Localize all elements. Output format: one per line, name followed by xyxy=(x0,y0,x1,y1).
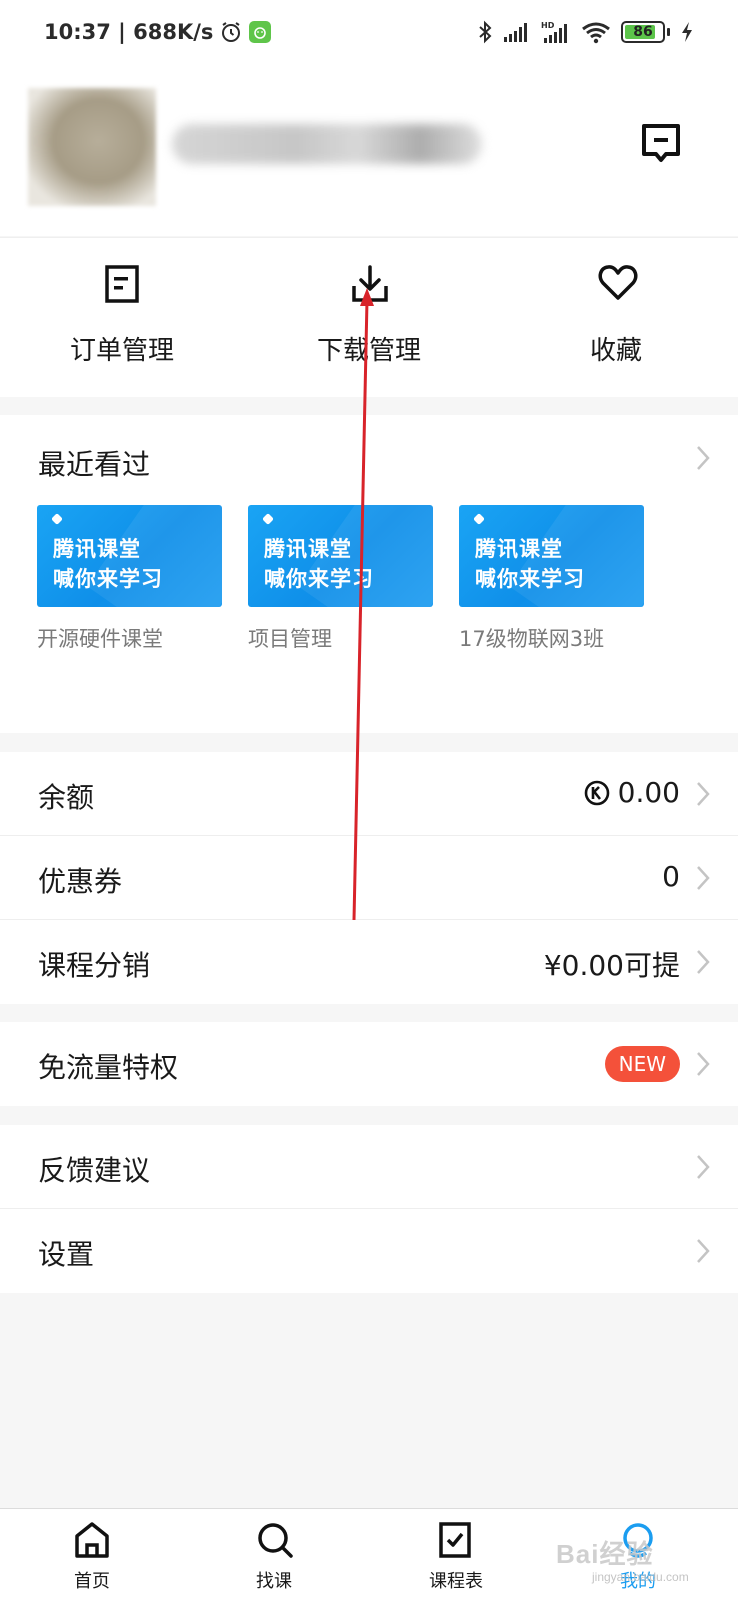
tab-home[interactable]: 首页 xyxy=(32,1509,152,1600)
charging-icon xyxy=(682,22,692,42)
thumbnail-line-2: 喊你来学习 xyxy=(53,566,163,591)
course-caption: 开源硬件课堂 xyxy=(37,627,163,651)
course-thumbnail: 腾讯课堂 喊你来学习 xyxy=(459,505,644,607)
recent-course-card[interactable]: 腾讯课堂 喊你来学习 17级物联网3班 xyxy=(459,505,644,653)
course-distribution-value: ¥0.00可提 xyxy=(543,949,680,982)
thumbnail-line-2: 喊你来学习 xyxy=(264,566,374,591)
bluetooth-icon xyxy=(479,20,492,44)
course-thumbnail: 腾讯课堂 喊你来学习 xyxy=(248,505,433,607)
download-management-button[interactable]: 下载管理 xyxy=(269,238,469,398)
course-distribution-row[interactable]: 课程分销 ¥0.00可提 xyxy=(0,920,738,1004)
course-caption: 项目管理 xyxy=(248,627,332,651)
tencent-classroom-logo-icon xyxy=(51,513,63,525)
new-badge: NEW xyxy=(604,1046,680,1082)
course-distribution-label: 课程分销 xyxy=(38,949,151,982)
tencent-classroom-logo-icon xyxy=(473,513,485,525)
tab-find-course-label: 找课 xyxy=(256,1571,292,1592)
misc-group: 反馈建议 设置 xyxy=(0,1125,738,1293)
course-caption: 17级物联网3班 xyxy=(459,627,605,651)
heart-icon xyxy=(598,265,638,300)
thumbnail-line-2: 喊你来学习 xyxy=(475,566,585,591)
balance-value: 0.00 xyxy=(617,776,680,809)
coupon-row[interactable]: 优惠券 0 xyxy=(0,836,738,920)
battery-cap xyxy=(667,28,670,36)
free-data-privilege-label: 免流量特权 xyxy=(38,1051,179,1084)
coin-icon xyxy=(584,780,609,805)
battery-icon: 86 xyxy=(621,21,665,43)
favorites-label: 收藏 xyxy=(589,336,642,366)
course-thumbnail: 腾讯课堂 喊你来学习 xyxy=(37,505,222,607)
status-time: 10:37 | 688K/s xyxy=(44,20,214,44)
quick-actions: 订单管理 下载管理 收藏 xyxy=(0,237,738,397)
recent-course-card[interactable]: 腾讯课堂 喊你来学习 开源硬件课堂 xyxy=(37,505,222,653)
chevron-right-icon xyxy=(697,1052,710,1076)
coupon-label: 优惠券 xyxy=(38,865,123,898)
chevron-right-icon xyxy=(697,782,710,806)
username-blurred xyxy=(172,124,482,164)
signal-hd-icon: HD xyxy=(541,21,567,43)
tab-schedule-label: 课程表 xyxy=(429,1571,483,1592)
avatar[interactable] xyxy=(28,88,156,206)
signal-icon xyxy=(504,23,527,42)
chevron-right-icon[interactable] xyxy=(696,445,710,471)
wifi-icon xyxy=(582,22,610,44)
search-icon xyxy=(258,1523,293,1558)
tab-home-label: 首页 xyxy=(74,1571,110,1592)
wallet-group: 余额 0.00 优惠券 0 课程分销 ¥0.00可提 xyxy=(0,752,738,1004)
order-management-button[interactable]: 订单管理 xyxy=(22,238,222,398)
balance-value-wrap: 0.00 xyxy=(584,776,680,809)
message-icon[interactable] xyxy=(640,122,682,168)
thumbnail-line-1: 腾讯课堂 xyxy=(53,536,141,561)
thumbnail-line-1: 腾讯课堂 xyxy=(475,536,563,561)
chevron-right-icon xyxy=(697,1239,710,1263)
balance-label: 余额 xyxy=(38,781,95,814)
schedule-icon xyxy=(439,1522,471,1558)
battery-level: 86 xyxy=(633,24,653,40)
chevron-right-icon xyxy=(697,866,710,890)
feedback-row[interactable]: 反馈建议 xyxy=(0,1125,738,1209)
free-data-privilege-row[interactable]: 免流量特权 NEW xyxy=(0,1022,738,1106)
tab-find-course[interactable]: 找课 xyxy=(214,1509,334,1600)
favorites-button[interactable]: 收藏 xyxy=(516,238,716,398)
privilege-group: 免流量特权 NEW xyxy=(0,1022,738,1106)
profile-header xyxy=(0,64,738,236)
alarm-icon xyxy=(222,22,241,42)
coupon-value: 0 xyxy=(662,860,680,893)
baidu-watermark-url: jingyan.baidu.com xyxy=(592,1570,689,1584)
chevron-right-icon xyxy=(697,1155,710,1179)
tencent-classroom-logo-icon xyxy=(262,513,274,525)
recently-viewed-title: 最近看过 xyxy=(38,448,151,481)
app-notification-icon xyxy=(249,21,272,43)
download-management-label: 下载管理 xyxy=(316,336,421,366)
svg-text:HD: HD xyxy=(541,21,555,30)
recently-viewed-section: 最近看过 腾讯课堂 喊你来学习 开源硬件课堂 腾讯课堂 喊你来学习 项目管理 腾… xyxy=(0,415,738,733)
settings-label: 设置 xyxy=(38,1238,95,1271)
order-icon xyxy=(105,265,139,303)
settings-row[interactable]: 设置 xyxy=(0,1209,738,1293)
recent-course-card[interactable]: 腾讯课堂 喊你来学习 项目管理 xyxy=(248,505,433,653)
download-icon xyxy=(352,265,388,302)
chevron-right-icon xyxy=(697,950,710,974)
baidu-watermark: Bai经验 xyxy=(556,1539,654,1569)
home-icon xyxy=(75,1522,109,1558)
balance-row[interactable]: 余额 0.00 xyxy=(0,752,738,836)
tab-schedule[interactable]: 课程表 xyxy=(396,1509,516,1600)
feedback-label: 反馈建议 xyxy=(38,1154,151,1187)
order-management-label: 订单管理 xyxy=(69,336,174,366)
thumbnail-line-1: 腾讯课堂 xyxy=(264,536,352,561)
status-bar: 10:37 | 688K/s HD 86 xyxy=(0,0,738,64)
